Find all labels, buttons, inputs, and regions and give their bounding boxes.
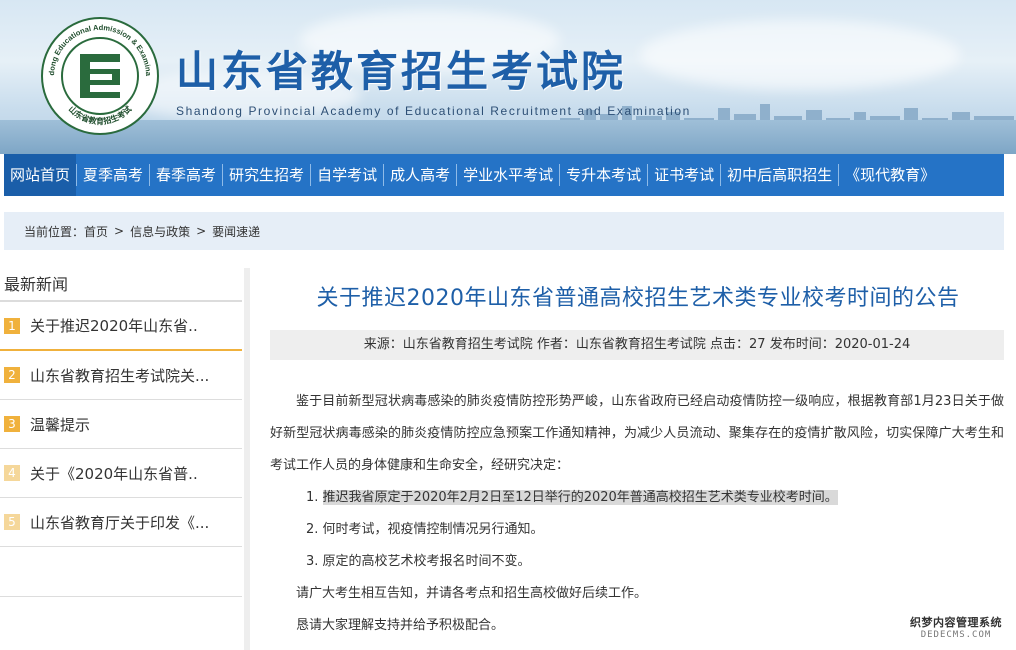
- breadcrumb-separator: >: [196, 224, 207, 238]
- breadcrumb: 当前位置： 首页 > 信息与政策 > 要闻速递: [4, 212, 1004, 250]
- news-number-badge: 1: [4, 317, 20, 334]
- news-item-label[interactable]: 山东省教育招生考试院关...: [30, 365, 209, 386]
- nav-item-vocational[interactable]: 初中后高职招生: [721, 154, 838, 196]
- news-item[interactable]: 5 山东省教育厅关于印发《...: [0, 498, 242, 547]
- breadcrumb-home[interactable]: 首页: [84, 223, 108, 240]
- news-number-badge: 4: [4, 465, 20, 481]
- article-body: 鉴于目前新型冠状病毒感染的肺炎疫情防控形势严峻，山东省政府已经启动疫情防控一级响…: [270, 386, 1004, 642]
- main-nav: 网站首页 夏季高考 春季高考 研究生招考 自学考试 成人高考 学业水平考试 专升…: [4, 154, 1004, 196]
- nav-item-home[interactable]: 网站首页: [4, 154, 77, 196]
- news-item-label[interactable]: 温馨提示: [30, 414, 90, 435]
- dedecms-watermark: 织梦内容管理系统 DEDECMS.COM: [906, 612, 1006, 642]
- article-intro: 鉴于目前新型冠状病毒感染的肺炎疫情防控形势严峻，山东省政府已经启动疫情防控一级响…: [270, 394, 1004, 473]
- list-item-text-highlighted: 推迟我省原定于2020年2月2日至12日举行的2020年普通高校招生艺术类专业校…: [322, 490, 838, 505]
- nav-item-upgrade[interactable]: 专升本考试: [560, 154, 647, 196]
- academy-logo[interactable]: Shandong Educational Admission & Examina…: [40, 16, 160, 136]
- site-header: Shandong Educational Admission & Examina…: [0, 0, 1016, 154]
- article-title: 关于推迟2020年山东省普通高校招生艺术类专业校考时间的公告: [316, 286, 960, 311]
- news-item-label[interactable]: 山东省教育厅关于印发《...: [30, 512, 209, 533]
- nav-item-spring-exam[interactable]: 春季高考: [150, 154, 222, 196]
- news-item[interactable]: 3 温馨提示: [0, 400, 242, 449]
- nav-item-summer-exam[interactable]: 夏季高考: [77, 154, 149, 196]
- nav-item-graduate[interactable]: 研究生招考: [223, 154, 310, 196]
- nav-item-self-study[interactable]: 自学考试: [311, 154, 383, 196]
- nav-item-proficiency[interactable]: 学业水平考试: [457, 154, 559, 196]
- list-item-number: 3.: [306, 554, 319, 569]
- cloud-decoration: [640, 20, 960, 90]
- breadcrumb-news[interactable]: 要闻速递: [212, 223, 260, 240]
- breadcrumb-policy[interactable]: 信息与政策: [130, 223, 190, 240]
- site-subtitle: Shandong Provincial Academy of Education…: [176, 104, 691, 118]
- news-number-badge: 2: [4, 367, 20, 383]
- news-number-badge: 3: [4, 416, 20, 432]
- sidebar-spacer: [0, 547, 242, 597]
- breadcrumb-prefix: 当前位置：: [24, 224, 85, 239]
- nav-item-adult-exam[interactable]: 成人高考: [384, 154, 456, 196]
- article-closing: 请广大考生相互告知，并请各考点和招生高校做好后续工作。: [296, 586, 648, 601]
- list-item-text: 原定的高校艺术校考报名时间不变。: [322, 554, 531, 569]
- article-list-item: 2. 何时考试，视疫情控制情况另行通知。: [270, 514, 1004, 546]
- nav-item-modern-education[interactable]: 《现代教育》: [839, 154, 941, 196]
- article-meta: 来源：山东省教育招生考试院 作者：山东省教育招生考试院 点击：27 发布时间：2…: [270, 330, 1004, 360]
- news-item[interactable]: 2 山东省教育招生考试院关...: [0, 351, 242, 400]
- article: 关于推迟2020年山东省普通高校招生艺术类专业校考时间的公告 来源：山东省教育招…: [270, 268, 1006, 642]
- article-list-item: 1. 推迟我省原定于2020年2月2日至12日举行的2020年普通高校招生艺术类…: [270, 482, 1004, 514]
- news-item[interactable]: 1 关于推迟2020年山东省..: [0, 302, 242, 351]
- breadcrumb-separator: >: [114, 224, 125, 238]
- watermark-cn: 织梦内容管理系统: [910, 616, 1002, 629]
- sidebar-title: 最新新闻: [0, 268, 242, 302]
- list-item-number: 1.: [306, 490, 319, 505]
- list-item-number: 2.: [306, 522, 319, 537]
- site-title: 山东省教育招生考试院: [176, 47, 627, 96]
- list-item-text: 何时考试，视疫情控制情况另行通知。: [322, 522, 544, 537]
- nav-item-certificate[interactable]: 证书考试: [648, 154, 720, 196]
- news-item-label[interactable]: 关于推迟2020年山东省..: [30, 315, 198, 336]
- news-number-badge: 5: [4, 514, 20, 530]
- article-closing: 恳请大家理解支持并给予积极配合。: [296, 618, 505, 633]
- news-item[interactable]: 4 关于《2020年山东省普..: [0, 449, 242, 498]
- watermark-en: DEDECMS.COM: [920, 630, 992, 640]
- article-list-item: 3. 原定的高校艺术校考报名时间不变。: [270, 546, 1004, 578]
- news-item-label[interactable]: 关于《2020年山东省普..: [30, 463, 198, 484]
- latest-news-sidebar: 最新新闻 1 关于推迟2020年山东省.. 2 山东省教育招生考试院关... 3…: [0, 268, 250, 650]
